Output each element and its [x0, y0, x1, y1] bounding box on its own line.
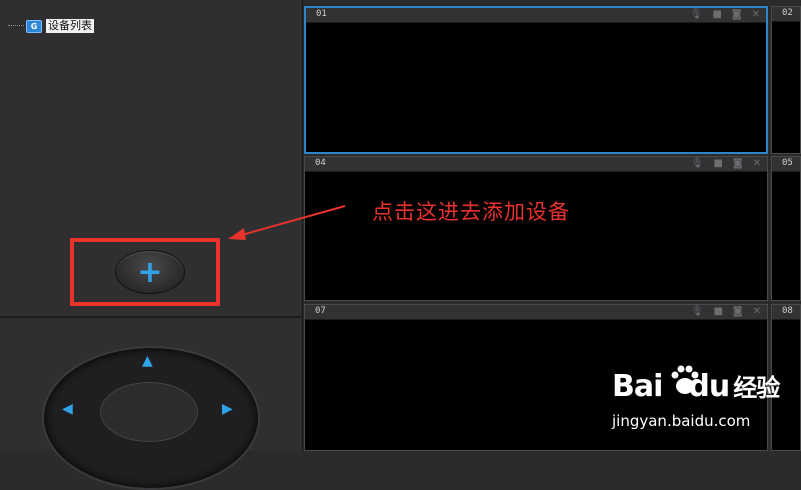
close-icon[interactable]: ✕ — [753, 305, 761, 319]
ptz-right-arrow-icon[interactable]: ▶ — [222, 402, 233, 416]
camera-icon[interactable]: ◙ — [733, 305, 743, 319]
video-cell-header: 07 🎙 ■ ◙ ✕ — [305, 305, 767, 320]
cell-number: 05 — [782, 158, 793, 168]
close-icon[interactable]: ✕ — [752, 8, 760, 22]
video-camera-icon[interactable]: ■ — [713, 305, 722, 319]
paw-icon — [671, 365, 699, 394]
device-tree-root[interactable]: G 设备列表 — [8, 18, 94, 34]
ptz-left-arrow-icon[interactable]: ◀ — [62, 402, 73, 416]
cell-number: 07 — [315, 306, 326, 316]
cell-number: 04 — [315, 158, 326, 168]
device-list-label[interactable]: 设备列表 — [46, 19, 94, 33]
cell-number: 08 — [782, 306, 793, 316]
microphone-icon[interactable]: 🎙 — [691, 305, 704, 319]
camera-icon[interactable]: ◙ — [732, 8, 742, 22]
panel-divider — [0, 316, 302, 318]
cell-number: 01 — [316, 9, 327, 19]
microphone-icon[interactable]: 🎙 — [690, 8, 703, 22]
video-cell-header: 02 — [772, 7, 800, 22]
baidu-jingyan-watermark: Bai du 经验 jingyan.baidu.com — [612, 365, 792, 434]
video-cell-02[interactable]: 02 — [771, 6, 801, 154]
camera-icon[interactable]: ◙ — [733, 157, 743, 171]
video-cell-01[interactable]: 01 🎙 ■ ◙ ✕ — [304, 6, 768, 154]
video-cell-header: 04 🎙 ■ ◙ ✕ — [305, 157, 767, 172]
video-cell-header: 05 — [772, 157, 800, 172]
video-cell-05[interactable]: 05 — [771, 156, 801, 301]
video-cell-04[interactable]: 04 🎙 ■ ◙ ✕ — [304, 156, 768, 301]
close-icon[interactable]: ✕ — [753, 157, 761, 171]
watermark-url: jingyan.baidu.com — [612, 412, 751, 430]
video-cell-header: 08 — [772, 305, 800, 320]
annotation-text: 点击这进去添加设备 — [372, 200, 570, 224]
cell-number: 02 — [782, 8, 793, 18]
folder-icon: G — [26, 19, 42, 33]
ptz-up-arrow-icon[interactable]: ▲ — [142, 354, 153, 368]
ptz-center-button[interactable] — [100, 382, 198, 442]
video-camera-icon[interactable]: ■ — [712, 8, 721, 22]
microphone-icon[interactable]: 🎙 — [691, 157, 704, 171]
video-camera-icon[interactable]: ■ — [713, 157, 722, 171]
tree-connector — [8, 25, 24, 27]
add-device-button[interactable]: + — [115, 250, 185, 294]
video-cell-header: 01 🎙 ■ ◙ ✕ — [306, 8, 766, 23]
